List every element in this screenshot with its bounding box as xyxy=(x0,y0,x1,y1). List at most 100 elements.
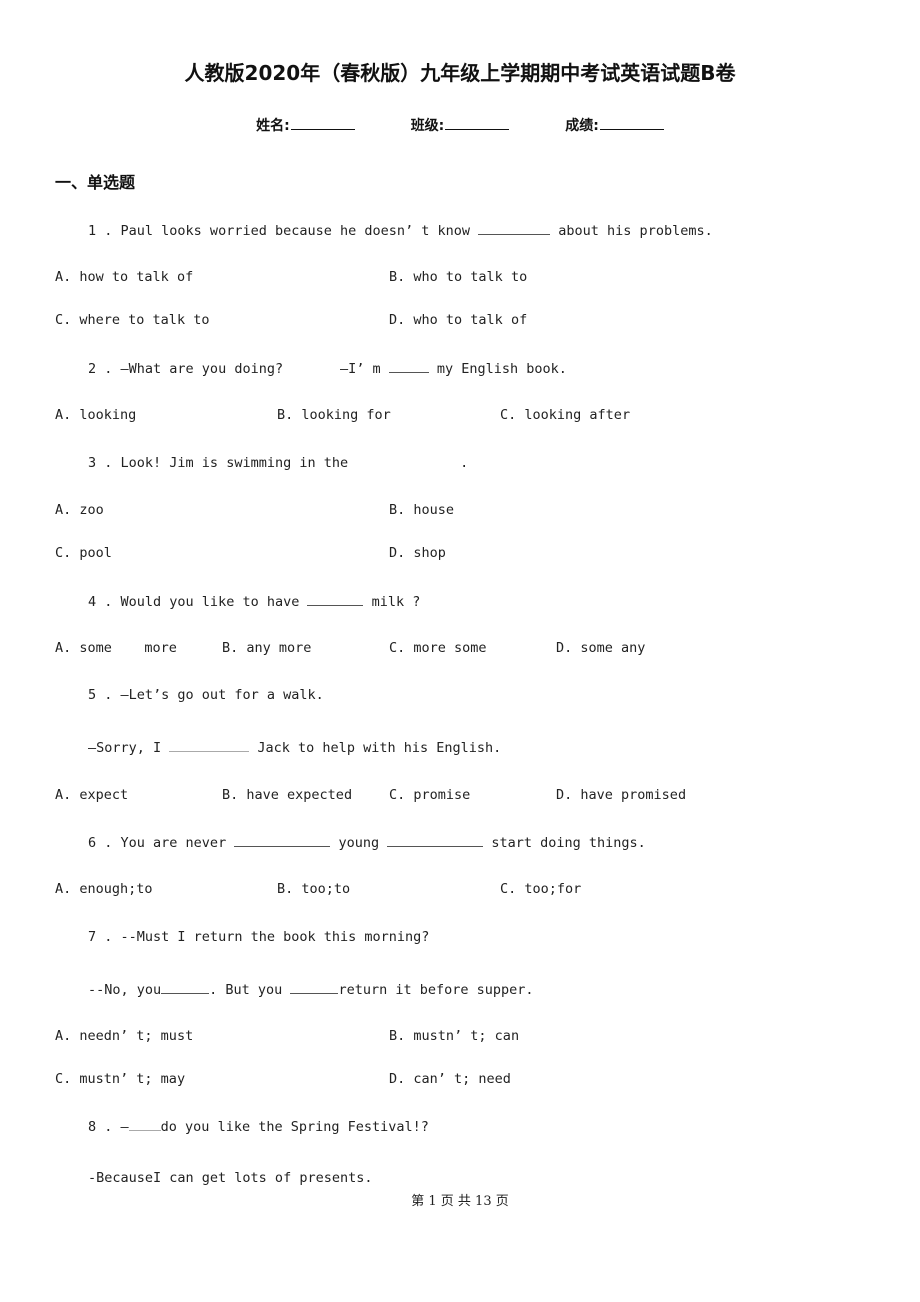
option-a: A. looking xyxy=(55,407,136,423)
question-number: 4 . xyxy=(88,594,113,610)
option-letter: C. xyxy=(500,407,517,423)
question-text: return it before supper. xyxy=(338,982,534,998)
option-letter: B. xyxy=(277,407,294,423)
section-heading: 一、单选题 xyxy=(55,173,136,192)
question-6-stem: 6 . You are never young start doing thin… xyxy=(88,834,646,851)
question-number: 7 . xyxy=(88,929,113,945)
score-field: 成绩: xyxy=(565,115,664,135)
question-text: start doing things. xyxy=(483,835,646,851)
option-text: some more xyxy=(79,640,177,656)
option-a: A. zoo xyxy=(55,502,104,518)
question-text: . xyxy=(460,455,469,471)
option-a: A. enough;to xyxy=(55,881,153,897)
option-text: have expected xyxy=(246,787,353,803)
option-d: D. have promised xyxy=(556,787,686,803)
question-8-stem: 8 . — do you like the Spring Festival!? xyxy=(88,1118,429,1135)
class-field: 班级: xyxy=(411,115,510,135)
option-text: zoo xyxy=(79,502,104,518)
question-number: 2 . xyxy=(88,361,113,377)
question-3-stem: 3 . Look! Jim is swimming in the. xyxy=(88,455,468,471)
option-c: C. promise xyxy=(389,787,470,803)
question-5-line-2: —Sorry, I Jack to help with his English. xyxy=(88,739,501,756)
option-a: A. needn’ t; must xyxy=(55,1028,193,1044)
option-text: mustn’ t; may xyxy=(79,1071,186,1087)
option-letter: B. xyxy=(222,640,239,656)
question-number: 1 . xyxy=(88,223,113,239)
question-text: my English book. xyxy=(428,361,567,377)
question-4-stem: 4 . Would you like to have milk ? xyxy=(88,593,420,610)
question-text: Paul looks worried because he doesn’ t k… xyxy=(120,223,479,239)
question-text: Look! Jim is swimming in the xyxy=(120,455,349,471)
name-blank xyxy=(290,115,355,130)
question-number: 8 . xyxy=(88,1119,113,1135)
question-text: about his problems. xyxy=(550,223,713,239)
option-text: expect xyxy=(79,787,129,803)
option-text: pool xyxy=(79,545,112,561)
answer-blank xyxy=(290,981,339,994)
option-c: C. pool xyxy=(55,545,112,561)
question-text: —What are you doing? —I’ m xyxy=(120,361,389,377)
option-letter: D. xyxy=(556,787,573,803)
question-2-stem: 2 . —What are you doing? —I’ m my Englis… xyxy=(88,360,567,377)
option-b: B. house xyxy=(389,502,454,518)
answer-blank xyxy=(388,360,429,373)
answer-blank xyxy=(161,981,210,994)
option-text: mustn’ t; can xyxy=(413,1028,520,1044)
option-letter: A. xyxy=(55,1028,72,1044)
option-letter: C. xyxy=(389,787,406,803)
option-text: some any xyxy=(580,640,646,656)
exam-page: 人教版2020年（春秋版）九年级上学期期中考试英语试题B卷 姓名: 班级: 成绩… xyxy=(0,0,920,1302)
option-letter: A. xyxy=(55,787,72,803)
option-c: C. looking after xyxy=(500,407,630,423)
option-letter: D. xyxy=(389,545,406,561)
answer-blank xyxy=(169,739,250,752)
question-text: —Sorry, I xyxy=(88,740,170,756)
option-c: C. more some xyxy=(389,640,487,656)
option-text: too;for xyxy=(524,881,582,897)
option-b: B. have expected xyxy=(222,787,352,803)
option-text: have promised xyxy=(580,787,687,803)
option-letter: C. xyxy=(500,881,517,897)
option-letter: A. xyxy=(55,407,72,423)
option-text: too;to xyxy=(301,881,351,897)
option-text: looking for xyxy=(301,407,391,423)
question-text: --No, you xyxy=(88,982,162,998)
option-b: B. looking for xyxy=(277,407,391,423)
option-letter: C. xyxy=(55,1071,72,1087)
option-a: A. how to talk of xyxy=(55,269,193,285)
option-letter: C. xyxy=(55,312,72,328)
question-text: —Let’s go out for a walk. xyxy=(120,687,324,703)
class-blank xyxy=(445,115,510,130)
option-text: enough;to xyxy=(79,881,153,897)
option-text: needn’ t; must xyxy=(79,1028,194,1044)
question-text: You are never xyxy=(120,835,235,851)
student-info-row: 姓名: 班级: 成绩: xyxy=(0,115,920,135)
question-text: --Must I return the book this morning? xyxy=(120,929,430,945)
option-letter: D. xyxy=(556,640,573,656)
option-d: D. some any xyxy=(556,640,645,656)
option-letter: D. xyxy=(389,1071,406,1087)
option-letter: A. xyxy=(55,502,72,518)
option-text: more some xyxy=(413,640,487,656)
question-number: 3 . xyxy=(88,455,113,471)
question-7-line-2: --No, you . But you return it before supp… xyxy=(88,981,534,998)
option-letter: A. xyxy=(55,640,72,656)
question-text: milk ? xyxy=(363,594,421,610)
option-letter: B. xyxy=(389,1028,406,1044)
option-letter: C. xyxy=(55,545,72,561)
class-label: 班级: xyxy=(410,118,445,134)
option-d: D. who to talk of xyxy=(389,312,527,328)
question-number: 6 . xyxy=(88,835,113,851)
option-a: A. expect xyxy=(55,787,128,803)
option-letter: B. xyxy=(277,881,294,897)
option-text: shop xyxy=(413,545,446,561)
document-title: 人教版2020年（春秋版）九年级上学期期中考试英语试题B卷 xyxy=(184,61,736,85)
option-text: any more xyxy=(246,640,312,656)
question-number: 5 . xyxy=(88,687,113,703)
question-text: Would you like to have xyxy=(120,594,308,610)
option-text: promise xyxy=(413,787,471,803)
option-text: where to talk to xyxy=(79,312,210,328)
question-1-stem: 1 . Paul looks worried because he doesn’… xyxy=(88,222,713,239)
option-text: looking xyxy=(79,407,137,423)
option-letter: A. xyxy=(55,881,72,897)
